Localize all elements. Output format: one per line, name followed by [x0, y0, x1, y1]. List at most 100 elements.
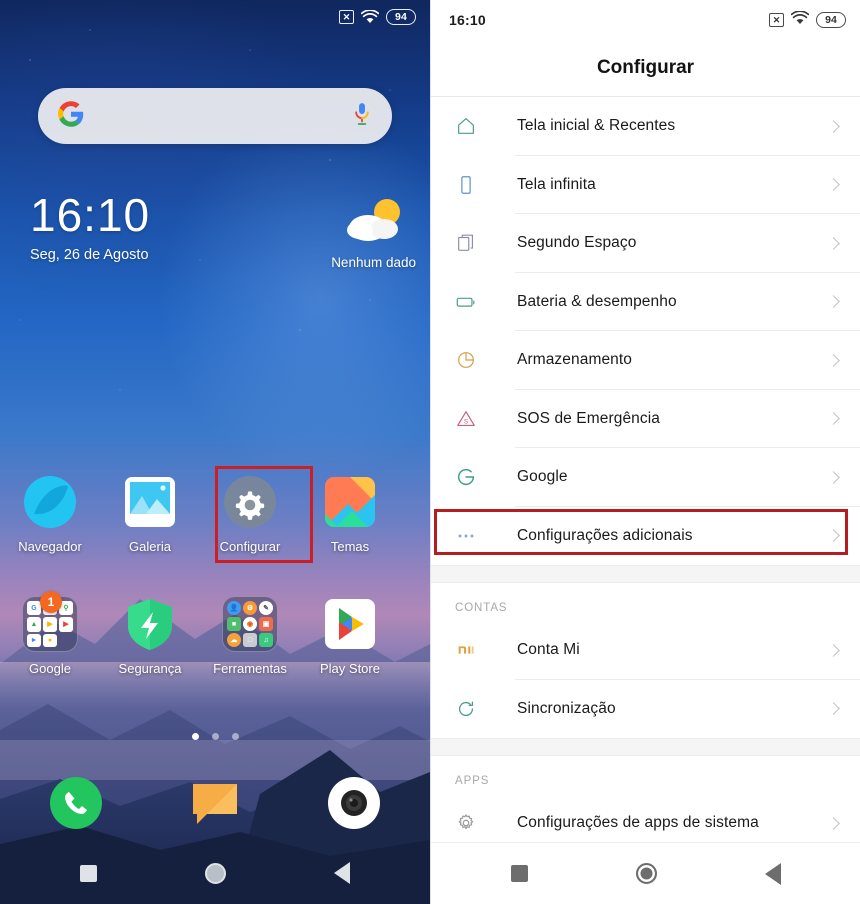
back-triangle-icon[interactable] — [764, 862, 781, 885]
emergency-triangle-icon: S — [455, 408, 491, 430]
x-in-box-icon: ✕ — [769, 13, 784, 27]
clock-widget[interactable]: 16:10 Seg, 26 de Agosto — [30, 192, 150, 263]
partly-cloudy-icon — [331, 196, 416, 251]
settings-navigation-bar — [431, 842, 860, 904]
app-label: Segurança — [118, 661, 182, 676]
settings-row-label: SOS de Emergência — [517, 409, 660, 427]
page-indicator[interactable] — [0, 733, 430, 740]
app-label: Ferramentas — [213, 661, 287, 676]
app-label: Galeria — [129, 539, 171, 554]
recents-square-icon[interactable] — [510, 865, 528, 882]
messages-icon[interactable] — [187, 775, 243, 831]
themes-icon — [322, 474, 378, 530]
app-seguranca[interactable]: Segurança — [100, 588, 200, 676]
settings-row-label: Tela inicial & Recentes — [517, 117, 676, 135]
app-label: Google — [29, 661, 71, 676]
battery-level: 94 — [816, 12, 846, 28]
chevron-right-icon — [827, 119, 840, 133]
battery-level: 94 — [386, 9, 416, 25]
phone-outline-icon — [455, 174, 491, 196]
home-navigation-bar — [0, 842, 430, 904]
microphone-icon[interactable] — [352, 101, 372, 132]
app-configurar[interactable]: Configurar — [200, 466, 300, 554]
home-status-bar: ✕ 94 — [0, 0, 430, 34]
section-separator — [431, 565, 860, 583]
notification-badge: 1 — [40, 591, 62, 613]
app-label: Temas — [330, 539, 370, 554]
back-triangle-icon[interactable] — [334, 862, 350, 884]
wifi-icon — [790, 9, 810, 30]
app-google-folder[interactable]: G M ⚲ ▲ ▶ ▶ ► ● 1 Google — [0, 588, 100, 676]
status-time: 16:10 — [449, 12, 486, 28]
chevron-right-icon — [827, 702, 840, 716]
app-temas[interactable]: Temas — [300, 466, 400, 554]
app-navegador[interactable]: Navegador — [0, 466, 100, 554]
section-header-contas: CONTAS — [431, 583, 860, 621]
settings-row-tela-infinita[interactable]: Tela infinita — [431, 155, 860, 214]
home-circle-icon[interactable] — [635, 863, 657, 884]
page-dot-2[interactable] — [211, 733, 219, 740]
google-folder-icon: G M ⚲ ▲ ▶ ▶ ► ● 1 — [22, 591, 78, 652]
chevron-right-icon — [827, 816, 840, 830]
settings-row-tela-inicial[interactable]: Tela inicial & Recentes — [431, 97, 860, 156]
app-row-2: G M ⚲ ▲ ▶ ▶ ► ● 1 Google — [0, 588, 430, 676]
settings-row-conta-mi[interactable]: Conta Mi — [431, 621, 860, 680]
x-in-box-icon: ✕ — [339, 10, 354, 24]
settings-row-bateria[interactable]: Bateria & desempenho — [431, 272, 860, 331]
settings-row-configuracoes-adicionais[interactable]: Configurações adicionais — [431, 506, 860, 565]
settings-list-main: Tela inicial & Recentes Tela infinita Se… — [431, 97, 860, 565]
google-search-bar[interactable] — [38, 88, 392, 144]
phone-icon[interactable] — [48, 775, 104, 831]
chevron-right-icon — [827, 470, 840, 484]
settings-row-label: Google — [517, 468, 568, 486]
app-ferramentas-folder[interactable]: 👤 ⚙ ✎ ■ ◉ ▣ ☁ □ ♫ Ferramentas — [200, 588, 300, 676]
page-dot-1[interactable] — [191, 733, 199, 740]
recents-square-icon[interactable] — [80, 864, 97, 882]
storage-pie-icon — [455, 349, 491, 371]
settings-row-label: Configurações de apps de sistema — [517, 814, 759, 832]
settings-row-sincronizacao[interactable]: Sincronização — [431, 679, 860, 738]
settings-row-segundo-espaco[interactable]: Segundo Espaço — [431, 214, 860, 273]
battery-outline-icon — [455, 291, 491, 313]
browser-icon — [22, 474, 78, 530]
app-galeria[interactable]: Galeria — [100, 466, 200, 554]
settings-row-label: Sincronização — [517, 699, 616, 717]
home-outline-icon — [455, 115, 491, 137]
clock-time: 16:10 — [30, 189, 151, 241]
weather-widget[interactable]: Nenhum dado — [331, 196, 416, 270]
chevron-right-icon — [827, 178, 840, 192]
ellipsis-icon — [455, 525, 491, 547]
google-g-outline-icon — [455, 466, 491, 488]
svg-text:S: S — [464, 418, 468, 425]
settings-status-bar: 16:10 ✕ 94 — [431, 0, 860, 40]
chevron-right-icon — [827, 643, 840, 657]
page-dot-3[interactable] — [231, 733, 239, 740]
settings-row-google[interactable]: Google — [431, 448, 860, 507]
weather-label: Nenhum dado — [331, 255, 416, 270]
mi-logo-icon — [455, 639, 491, 661]
settings-row-label: Configurações adicionais — [517, 526, 693, 544]
section-header-apps: APPS — [431, 756, 860, 794]
settings-row-armazenamento[interactable]: Armazenamento — [431, 331, 860, 390]
camera-icon[interactable] — [326, 775, 382, 831]
app-grid: Navegador Galeria Configurar Temas G ⚲ ▲… — [0, 466, 430, 676]
app-label: Configurar — [219, 539, 281, 554]
play-store-icon — [322, 596, 378, 652]
google-g-icon — [58, 100, 84, 132]
page-title: Configurar — [596, 57, 695, 78]
chevron-right-icon — [827, 412, 840, 426]
app-play-store[interactable]: Play Store — [300, 588, 400, 676]
settings-row-label: Tela infinita — [517, 175, 596, 193]
gear-outline-icon — [455, 812, 491, 834]
chevron-right-icon — [827, 529, 840, 543]
settings-row-label: Bateria & desempenho — [517, 292, 677, 310]
home-dock — [0, 775, 430, 831]
clock-date: Seg, 26 de Agosto — [30, 247, 149, 263]
settings-row-sos[interactable]: S SOS de Emergência — [431, 389, 860, 448]
home-circle-icon[interactable] — [205, 862, 226, 884]
wifi-icon — [361, 10, 379, 24]
app-label: Navegador — [18, 539, 82, 554]
settings-row-label: Armazenamento — [517, 351, 633, 369]
chevron-right-icon — [827, 353, 840, 367]
settings-row-label: Conta Mi — [517, 641, 580, 659]
